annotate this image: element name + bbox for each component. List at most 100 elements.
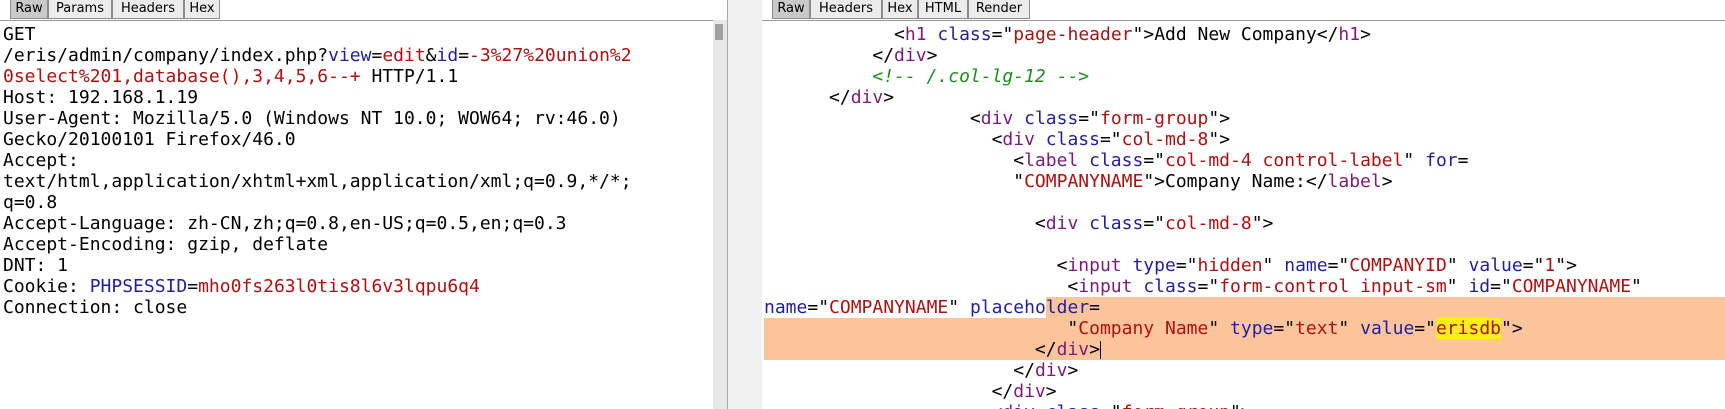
code-token: = [1089, 297, 1101, 318]
code-token: hidden [1197, 255, 1263, 276]
code-token: " [948, 297, 970, 318]
code-token: class [1089, 213, 1144, 234]
request-tab-hex[interactable]: Hex [184, 0, 220, 19]
code-token: COMPANYNAME [829, 297, 949, 318]
code-token: "> [1208, 108, 1231, 129]
code-token: DNT: 1 [3, 255, 69, 276]
code-line: DNT: 1 [3, 255, 727, 276]
code-line: <div class="col-md-8"> [764, 213, 1725, 234]
code-line: "Company Name" type="text" value="erisdb… [764, 318, 1725, 339]
response-tab-bar: Raw Headers Hex HTML Render [762, 0, 1725, 21]
code-line: <input class="form-control input-sm" id=… [764, 276, 1725, 297]
code-token: =" [1273, 318, 1296, 339]
request-scrollbar-up-arrow[interactable] [715, 24, 723, 40]
code-token: " [1631, 276, 1642, 297]
code-token: input [1067, 255, 1122, 276]
code-token: edit [382, 45, 426, 66]
response-editor[interactable]: <h1 class="page-header">Add New Company<… [764, 24, 1725, 409]
code-token: < [764, 108, 981, 129]
code-token: <!-- /.col-lg-12 --> [872, 66, 1090, 87]
code-line: Gecko/20100101 Firefox/46.0 [3, 129, 727, 150]
request-tab-headers[interactable]: Headers [112, 0, 184, 19]
code-token: COMPANYID [1349, 255, 1447, 276]
code-token: "> [1208, 129, 1231, 150]
code-token: class [1089, 150, 1144, 171]
code-token: HTTP/1.1 [360, 66, 459, 87]
response-tab-html[interactable]: HTML [918, 0, 968, 19]
code-token: class [1143, 276, 1198, 297]
code-token: erisdb [1435, 318, 1502, 339]
code-token: Accept-Language: zh-CN,zh;q=0.8,en-US;q=… [3, 213, 567, 234]
code-token: col-md-4 control-label [1165, 150, 1404, 171]
code-token: class [937, 24, 992, 45]
code-token: & [425, 45, 437, 66]
code-token: div [850, 87, 884, 108]
code-line: <h1 class="page-header">Add New Company<… [764, 24, 1725, 45]
code-token: </ [764, 45, 895, 66]
code-token: Accept-Encoding: gzip, deflate [3, 234, 329, 255]
code-token: class [1046, 402, 1100, 409]
code-token: < [764, 24, 905, 45]
code-token: = [187, 276, 199, 297]
request-editor[interactable]: GET/eris/admin/company/index.php?view=ed… [3, 24, 727, 318]
code-token: =" [1197, 276, 1220, 297]
code-token: "> [1251, 213, 1274, 234]
code-token: "> [1230, 402, 1252, 409]
request-tab-raw[interactable]: Raw [10, 0, 48, 19]
code-token: form-group [1099, 108, 1209, 129]
code-line: "COMPANYNAME">Company Name:</label> [764, 171, 1725, 192]
code-token: Gecko/20100101 Firefox/46.0 [3, 129, 296, 150]
code-token: mho0fs263l0tis8l6v3lqpu6q4 [198, 276, 480, 297]
request-scrollbar[interactable] [713, 20, 727, 409]
code-token: name [1284, 255, 1328, 276]
code-token: type [1230, 318, 1274, 339]
response-tab-hex[interactable]: Hex [882, 0, 918, 19]
code-token: type [1132, 255, 1176, 276]
code-token: div [1013, 381, 1046, 402]
pane-splitter[interactable] [727, 0, 763, 409]
code-token: value [1360, 318, 1415, 339]
response-tab-raw[interactable]: Raw [772, 0, 810, 19]
code-token: COMPANYNAME [1024, 171, 1144, 192]
code-token: " [1446, 276, 1469, 297]
code-token: < [764, 402, 1003, 409]
code-token: " [1446, 255, 1469, 276]
response-tab-headers[interactable]: Headers [810, 0, 882, 19]
code-token: ">Company Name:</ [1143, 171, 1328, 192]
code-token: </ [764, 360, 1035, 381]
code-token: q=0.8 [3, 192, 58, 213]
code-token: < [764, 276, 1079, 297]
code-token: "> [1555, 255, 1577, 276]
code-line: </div> [764, 87, 1725, 108]
code-token: < [764, 213, 1046, 234]
code-token: > [926, 45, 938, 66]
code-token: h1 [1338, 24, 1361, 45]
response-tab-render[interactable]: Render [968, 0, 1030, 19]
code-line: Cookie: PHPSESSID=mho0fs263l0tis8l6v3lqp… [3, 276, 727, 297]
code-token: div [980, 108, 1014, 129]
code-token: -3%27%20union%2 [469, 45, 632, 66]
code-token: for [1425, 150, 1458, 171]
code-line: /eris/admin/company/index.php?view=edit&… [3, 45, 727, 66]
code-token: =" [1414, 318, 1436, 339]
code-token: =" [1100, 402, 1122, 409]
code-token: =" [1175, 255, 1198, 276]
code-line: GET [3, 24, 727, 45]
code-token: " [1208, 318, 1231, 339]
code-token: GET [3, 24, 36, 45]
request-tab-bar: Raw Params Headers Hex [0, 0, 727, 21]
code-token: /eris/admin/company/index.php? [3, 45, 329, 66]
code-token: form-group [1122, 402, 1230, 409]
code-token: div [1002, 129, 1035, 150]
request-tab-params[interactable]: Params [48, 0, 112, 19]
code-line: </div> [764, 339, 1725, 360]
